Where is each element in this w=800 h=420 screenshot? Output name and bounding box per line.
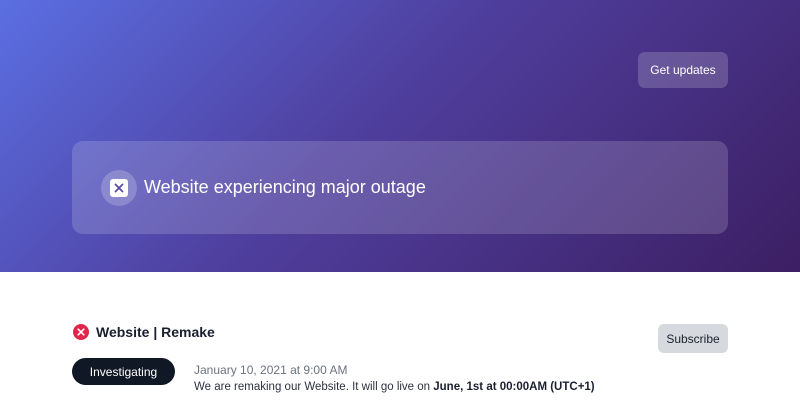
incident-timestamp: January 10, 2021 at 9:00 AM [194, 363, 348, 377]
incident-message-text: We are remaking our Website. It will go … [194, 381, 434, 393]
incident-heading: Website | Remake [73, 324, 215, 340]
status-header: Get updates Website experiencing major o… [0, 0, 800, 272]
get-updates-button[interactable]: Get updates [638, 52, 728, 88]
incident-message: We are remaking our Website. It will go … [194, 381, 595, 393]
banner-icon-badge [101, 169, 137, 206]
status-badge: Investigating [72, 358, 175, 385]
close-square-icon [110, 178, 128, 197]
banner-title: Website experiencing major outage [144, 177, 426, 197]
error-circle-icon [73, 324, 89, 340]
incident-title: Website | Remake [96, 324, 215, 340]
subscribe-button[interactable]: Subscribe [658, 324, 728, 353]
incident-message-date: June, 1st at 00:00AM (UTC+1) [433, 381, 595, 393]
incident-section: Website | Remake Subscribe Investigating… [0, 272, 800, 420]
outage-banner: Website experiencing major outage [72, 141, 728, 234]
